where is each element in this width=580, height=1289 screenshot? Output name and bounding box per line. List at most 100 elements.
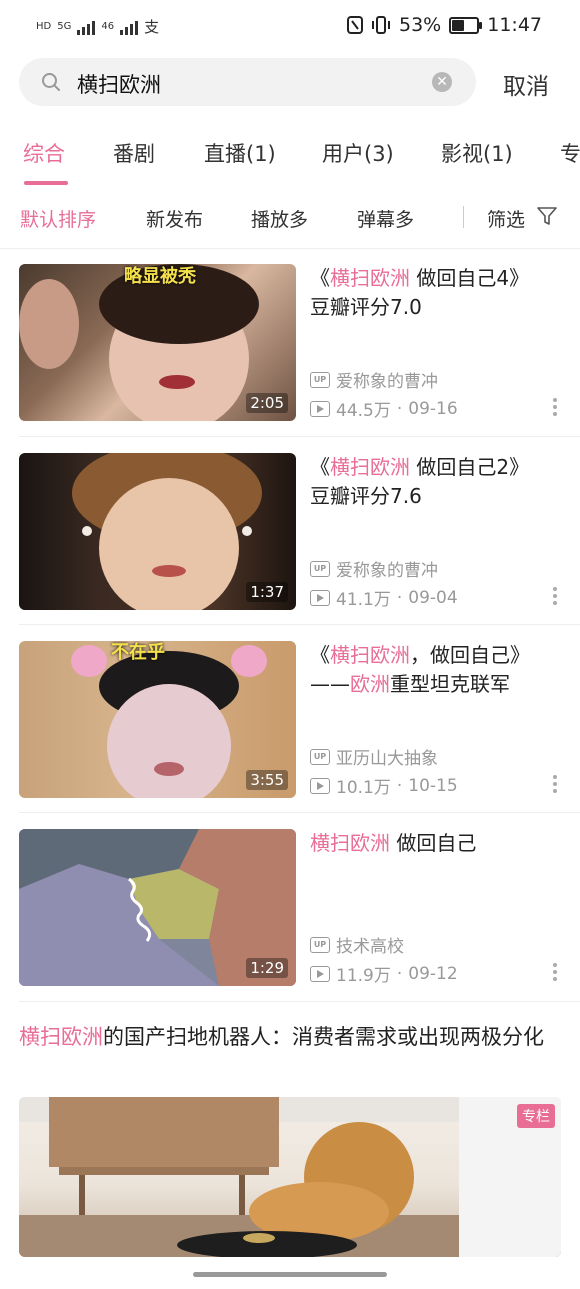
- hd-label: HD: [36, 21, 52, 32]
- more-icon[interactable]: [553, 587, 557, 605]
- play-count-icon: [310, 777, 330, 794]
- author-row[interactable]: UP 亚历山大抽象: [310, 744, 438, 769]
- up-icon: UP: [310, 560, 330, 577]
- title-prefix: 《: [310, 455, 330, 479]
- tab-live[interactable]: 直播(1): [204, 138, 276, 168]
- up-icon: UP: [310, 936, 330, 953]
- filter-icon[interactable]: [537, 206, 557, 226]
- play-count-icon: [310, 589, 330, 606]
- publish-date: 09-16: [408, 398, 458, 419]
- tab-indicator: [24, 181, 68, 185]
- filter-button[interactable]: 筛选: [487, 205, 525, 232]
- author-name: 亚历山大抽象: [336, 749, 438, 769]
- tab-bangumi[interactable]: 番剧: [113, 138, 155, 168]
- divider: [19, 812, 580, 813]
- author-row[interactable]: UP 爱称象的曹冲: [310, 367, 438, 392]
- vibrate-icon: [372, 16, 390, 34]
- title-highlight: 横扫欧洲: [310, 831, 390, 855]
- category-tabs: 综合 番剧 直播(1) 用户(3) 影视(1) 专: [0, 120, 580, 186]
- sort-most-played[interactable]: 播放多: [251, 205, 308, 232]
- 4g-label: 46: [101, 21, 115, 32]
- article-title[interactable]: 横扫欧洲的国产扫地机器人：消费者需求或出现两极分化: [19, 1019, 565, 1055]
- sort-bar: 默认排序 新发布 播放多 弹幕多 筛选: [0, 186, 580, 249]
- tab-all[interactable]: 综合: [23, 138, 65, 168]
- stats-row: 41.1万 · 09-04: [310, 585, 458, 610]
- network-indicators: HD 5G 46 支: [36, 16, 159, 37]
- author-row[interactable]: UP 爱称象的曹冲: [310, 556, 438, 581]
- divider: [19, 624, 580, 625]
- divider: [463, 206, 464, 228]
- stats-row: 11.9万 · 09-12: [310, 961, 458, 986]
- author-row[interactable]: UP 技术高校: [310, 932, 404, 957]
- sort-most-danmaku[interactable]: 弹幕多: [357, 205, 414, 232]
- more-icon[interactable]: [553, 775, 557, 793]
- signal-icon-2: [120, 19, 139, 35]
- column-badge: 专栏: [517, 1104, 555, 1128]
- video-duration: 1:37: [246, 582, 288, 602]
- title-line2: 豆瓣评分7.0: [310, 295, 422, 319]
- video-card[interactable]: 1:37 《横扫欧洲 做回自己2》 豆瓣评分7.6 UP 爱称象的曹冲 41.1万…: [19, 453, 561, 610]
- tab-users[interactable]: 用户(3): [322, 138, 394, 168]
- article-image[interactable]: 专栏: [19, 1097, 561, 1257]
- title-prefix: 《: [310, 643, 330, 667]
- article-image-art: [19, 1097, 561, 1257]
- sort-default[interactable]: 默认排序: [20, 205, 96, 232]
- article-title-rest: 的国产扫地机器人：消费者需求或出现两极分化: [103, 1025, 544, 1049]
- view-count: 11.9万: [336, 966, 391, 986]
- video-title[interactable]: 《横扫欧洲 做回自己2》 豆瓣评分7.6: [310, 453, 560, 511]
- title-rest: 做回自己2》: [410, 455, 530, 479]
- author-name: 爱称象的曹冲: [336, 561, 438, 581]
- tab-movies[interactable]: 影视(1): [441, 138, 513, 168]
- video-thumbnail[interactable]: 1:37: [19, 453, 296, 610]
- video-thumbnail[interactable]: 1:29: [19, 829, 296, 986]
- video-card[interactable]: 略显被秃 2:05 《横扫欧洲 做回自己4》 豆瓣评分7.0 UP 爱称象的曹冲 …: [19, 264, 561, 421]
- signal-icon: [77, 19, 96, 35]
- stats-row: 44.5万 · 09-16: [310, 396, 458, 421]
- clear-icon[interactable]: ✕: [432, 72, 452, 92]
- meta-separator: ·: [396, 587, 403, 608]
- author-name: 技术高校: [336, 937, 404, 957]
- stats-row: 10.1万 · 10-15: [310, 773, 458, 798]
- title-rest: 做回自己4》: [410, 266, 530, 290]
- video-title[interactable]: 《横扫欧洲，做回自己》 ——欧洲重型坦克联军: [310, 641, 560, 699]
- publish-date: 09-04: [408, 587, 458, 608]
- alipay-icon: 支: [144, 18, 160, 36]
- video-title[interactable]: 横扫欧洲 做回自己: [310, 829, 560, 858]
- cancel-button[interactable]: 取消: [503, 67, 549, 101]
- up-icon: UP: [310, 748, 330, 765]
- up-icon: UP: [310, 371, 330, 388]
- search-bar[interactable]: 横扫欧洲 ✕: [19, 58, 476, 106]
- home-indicator[interactable]: [193, 1272, 387, 1277]
- title-rest: 做回自己: [390, 831, 477, 855]
- title-highlight: 横扫欧洲: [330, 643, 410, 667]
- video-duration: 1:29: [246, 958, 288, 978]
- video-title[interactable]: 《横扫欧洲 做回自己4》 豆瓣评分7.0: [310, 264, 560, 322]
- search-icon: [42, 73, 60, 91]
- title-line2-prefix: ——: [310, 672, 350, 696]
- video-card[interactable]: 1:29 横扫欧洲 做回自己 UP 技术高校 11.9万 · 09-12: [19, 829, 561, 986]
- thumbnail-caption: 略显被秃: [124, 266, 196, 287]
- meta-separator: ·: [396, 775, 403, 796]
- video-thumbnail[interactable]: 略显被秃 2:05: [19, 264, 296, 421]
- meta-separator: ·: [396, 963, 403, 984]
- play-count-icon: [310, 965, 330, 982]
- divider: [19, 436, 580, 437]
- video-thumbnail[interactable]: 不在乎 3:55: [19, 641, 296, 798]
- nfc-icon: [347, 16, 363, 34]
- author-name: 爱称象的曹冲: [336, 372, 438, 392]
- title-line2: 豆瓣评分7.6: [310, 484, 422, 508]
- more-icon[interactable]: [553, 963, 557, 981]
- search-input[interactable]: 横扫欧洲: [77, 69, 161, 99]
- more-icon[interactable]: [553, 398, 557, 416]
- sort-newest[interactable]: 新发布: [146, 205, 203, 232]
- view-count: 10.1万: [336, 778, 391, 798]
- title-line2-rest: 重型坦克联军: [390, 672, 510, 696]
- video-card[interactable]: 不在乎 3:55 《横扫欧洲，做回自己》 ——欧洲重型坦克联军 UP 亚历山大抽象…: [19, 641, 561, 798]
- clock: 11:47: [487, 14, 542, 36]
- view-count: 44.5万: [336, 401, 391, 421]
- battery-fill: [452, 19, 464, 31]
- tab-columns[interactable]: 专: [560, 138, 580, 168]
- status-bar: HD 5G 46 支 53% 11:47: [0, 0, 580, 54]
- meta-separator: ·: [396, 398, 403, 419]
- publish-date: 10-15: [408, 775, 458, 796]
